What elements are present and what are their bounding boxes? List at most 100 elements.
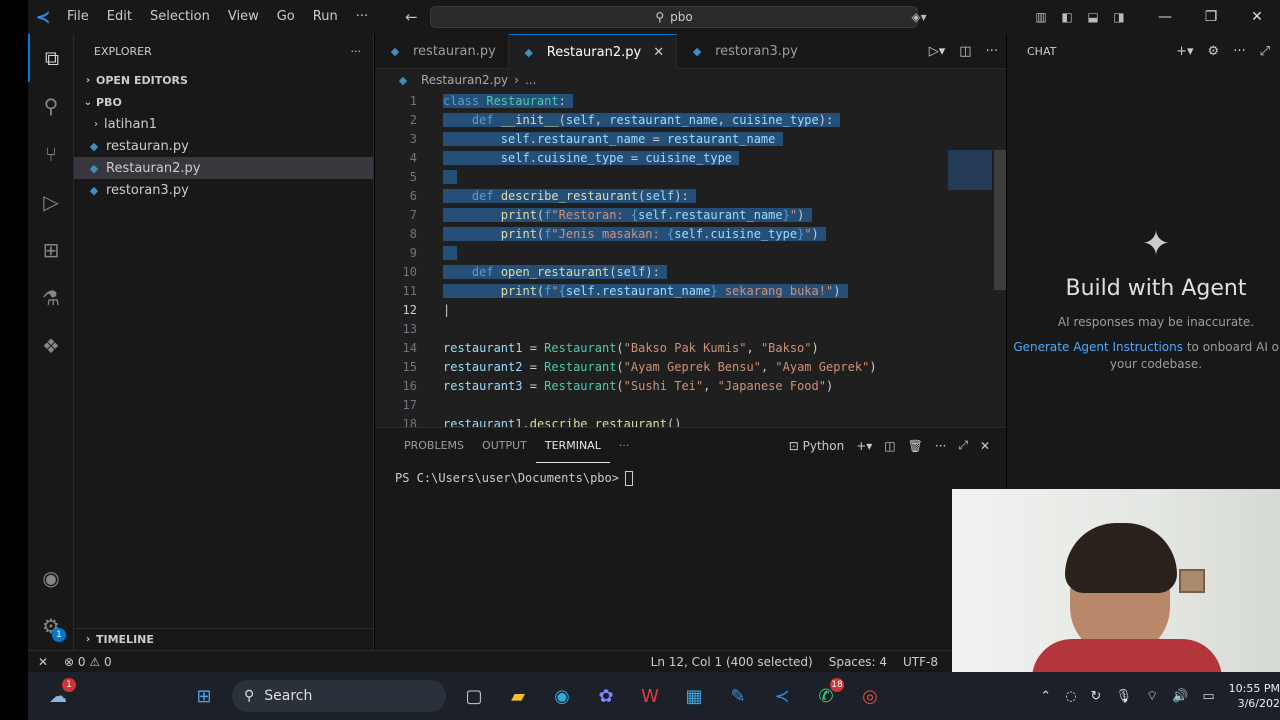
close-window-icon[interactable]: ✕ xyxy=(1234,0,1280,34)
code-line: 17 xyxy=(402,397,417,412)
editor-more-icon[interactable]: ··· xyxy=(986,44,998,59)
open-editors-section[interactable]: › OPEN EDITORS xyxy=(74,69,373,91)
chat-subtitle: AI responses may be inaccurate. xyxy=(1057,315,1255,329)
tab-restoran3-py[interactable]: ◆ restoran3.py xyxy=(677,34,810,69)
code-line: 10 def open_restaurant(self): xyxy=(402,264,668,279)
maximize-panel-icon[interactable]: ⤢ xyxy=(958,438,968,453)
manage-gear-icon[interactable]: ⚙ 1 xyxy=(28,602,74,650)
tab-terminal[interactable]: TERMINAL xyxy=(535,428,610,463)
split-terminal-icon[interactable]: ◫ xyxy=(884,439,895,453)
run-file-icon[interactable]: ▷▾ xyxy=(929,44,946,59)
tab-problems[interactable]: PROBLEMS xyxy=(395,428,473,463)
menu-go[interactable]: Go xyxy=(268,0,304,34)
cursor-position[interactable]: Ln 12, Col 1 (400 selected) xyxy=(651,655,813,669)
indentation[interactable]: Spaces: 4 xyxy=(829,655,887,669)
tray-chevron-up-icon[interactable]: ⌃ xyxy=(1040,689,1051,704)
python-file-icon: ◆ xyxy=(692,45,702,58)
code-line: 1 class Restaurant: xyxy=(409,93,574,108)
panel-more-icon[interactable]: ··· xyxy=(935,439,946,453)
search-view-icon[interactable]: ⚲ xyxy=(28,82,74,130)
testing-icon[interactable]: ⚗ xyxy=(28,274,74,322)
timeline-section[interactable]: › TIMELINE xyxy=(74,628,373,650)
screen-edge xyxy=(0,0,28,672)
trash-icon[interactable]: 🗑 xyxy=(908,439,923,453)
source-control-icon[interactable]: ⑂ xyxy=(28,130,74,178)
toggle-sidebar-icon[interactable]: ◧ xyxy=(1054,0,1080,34)
menu-edit[interactable]: Edit xyxy=(98,0,141,34)
task-view-icon[interactable]: ▢ xyxy=(452,674,496,718)
code-editor[interactable]: 1 class Restaurant: 2 def __init__(self, … xyxy=(375,91,1006,427)
generate-instructions-link[interactable]: Generate Agent Instructions xyxy=(1013,340,1183,354)
menu-run[interactable]: Run xyxy=(304,0,347,34)
taskbar-search[interactable]: ⚲ Search xyxy=(232,680,446,712)
run-debug-icon[interactable]: ▷ xyxy=(28,178,74,226)
explorer-icon[interactable]: ⧉ xyxy=(28,34,74,82)
close-panel-icon[interactable]: ✕ xyxy=(980,439,990,453)
toggle-panel-icon[interactable]: ⬓ xyxy=(1080,0,1106,34)
new-chat-icon[interactable]: +▾ xyxy=(1176,44,1193,59)
back-arrow-icon[interactable]: ← xyxy=(397,8,426,26)
tree-item-restoran3-py[interactable]: ◆ restoran3.py xyxy=(74,179,373,201)
weather-widget-icon[interactable]: ☁ 1 xyxy=(36,674,80,718)
menu-view[interactable]: View xyxy=(219,0,268,34)
file-explorer-icon[interactable]: ▰ xyxy=(496,674,540,718)
toggle-secondary-sidebar-icon[interactable]: ◨ xyxy=(1106,0,1132,34)
explorer-more-icon[interactable]: ··· xyxy=(351,45,362,58)
chat-more-icon[interactable]: ··· xyxy=(1233,44,1245,59)
whatsapp-icon[interactable]: ✆ 18 xyxy=(804,674,848,718)
clock[interactable]: 10:55 PM 3/6/202 xyxy=(1229,681,1280,711)
volume-icon[interactable]: 🔊 xyxy=(1172,689,1188,704)
pbo-folder-section[interactable]: ⌄ PBO xyxy=(74,91,373,113)
tab-output[interactable]: OUTPUT xyxy=(473,428,536,463)
breadcrumb-more[interactable]: ... xyxy=(525,73,536,87)
pen-app-icon[interactable]: ✎ xyxy=(716,674,760,718)
minimap[interactable] xyxy=(948,150,992,190)
copilot-icon[interactable]: ◈▾ xyxy=(906,0,932,34)
command-center-search[interactable]: ⚲ pbo xyxy=(430,6,918,28)
chat-settings-gear-icon[interactable]: ⚙ xyxy=(1208,44,1220,59)
tree-item-restauran-py[interactable]: ◆ restauran.py xyxy=(74,135,373,157)
new-terminal-icon[interactable]: +▾ xyxy=(856,439,872,453)
layout-customize-icon[interactable]: ▥ xyxy=(1028,0,1054,34)
chat-maximize-icon[interactable]: ⤢ xyxy=(1260,44,1270,59)
restore-icon[interactable]: ❐ xyxy=(1188,0,1234,34)
camera-tray-icon[interactable]: ◌ xyxy=(1065,689,1076,704)
store-icon[interactable]: ▦ xyxy=(672,674,716,718)
code-line: 8 print(f"Jenis masakan: {self.cuisine_t… xyxy=(409,226,826,241)
accounts-icon[interactable]: ◉ xyxy=(28,554,74,602)
minimize-icon[interactable]: — xyxy=(1142,0,1188,34)
menu-selection[interactable]: Selection xyxy=(141,0,219,34)
panel-more[interactable]: ··· xyxy=(610,428,639,463)
code-line: 14 restaurant1 = Restaurant("Bakso Pak Ku… xyxy=(402,340,819,355)
menu-file[interactable]: File xyxy=(58,0,98,34)
breadcrumb-file[interactable]: Restauran2.py xyxy=(421,73,508,87)
copilot-app-icon[interactable]: ✿ xyxy=(584,674,628,718)
tab-restauran2-py[interactable]: ◆ Restauran2.py ✕ xyxy=(508,34,678,69)
terminal-output[interactable]: PS C:\Users\user\Documents\pbo> xyxy=(375,463,1006,494)
tree-item-latihan1[interactable]: › latihan1 xyxy=(74,113,373,135)
close-tab-icon[interactable]: ✕ xyxy=(653,45,664,60)
chrome-icon[interactable]: ◎ xyxy=(848,674,892,718)
chat-description: Generate Agent Instructions to onboard A… xyxy=(1007,339,1280,373)
editor-scrollbar[interactable] xyxy=(994,150,1006,290)
remote-icon[interactable]: ✕ xyxy=(28,651,58,673)
wps-icon[interactable]: W xyxy=(628,674,672,718)
menu-more[interactable]: ··· xyxy=(347,0,377,34)
battery-icon[interactable]: ▭ xyxy=(1202,689,1214,704)
start-button-icon[interactable]: ⊞ xyxy=(182,674,226,718)
python-icon[interactable]: ❖ xyxy=(28,322,74,370)
tree-item-restauran2-py[interactable]: ◆ Restauran2.py xyxy=(74,157,373,179)
wifi-icon[interactable]: ⌔ xyxy=(1146,688,1158,704)
sync-tray-icon[interactable]: ↻ xyxy=(1091,689,1102,704)
encoding[interactable]: UTF-8 xyxy=(903,655,938,669)
microphone-icon[interactable]: 🎙 xyxy=(1115,689,1132,704)
edge-icon[interactable]: ◉ xyxy=(540,674,584,718)
split-editor-icon[interactable]: ◫ xyxy=(959,44,971,59)
terminal-shell-selector[interactable]: ⊡ Python xyxy=(789,439,845,453)
tab-restauran-py[interactable]: ◆ restauran.py xyxy=(375,34,509,69)
vscode-taskbar-icon[interactable]: ≺ xyxy=(760,674,804,718)
chevron-right-icon: › xyxy=(94,118,98,130)
extensions-icon[interactable]: ⊞ xyxy=(28,226,74,274)
problems-status[interactable]: ⊗ 0 ⚠ 0 xyxy=(64,655,112,669)
terminal-cursor xyxy=(624,471,633,486)
